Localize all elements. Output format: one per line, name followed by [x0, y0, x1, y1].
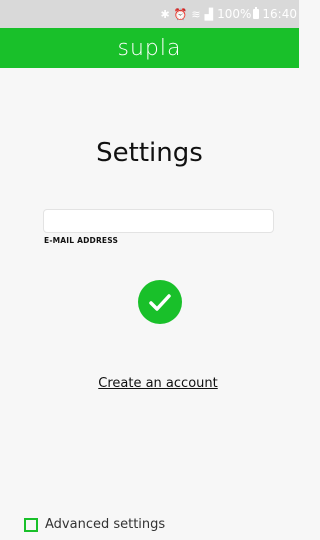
check-circle-icon — [138, 280, 182, 324]
battery-percent: 100% — [217, 7, 252, 21]
create-account-link[interactable]: Create an account — [0, 376, 316, 391]
status-bar: ✱ ⏰ ≋ ▟ 100% 16:40 — [0, 0, 299, 28]
supla-logo: supla — [117, 35, 182, 61]
signal-icon: ▟ — [204, 7, 214, 21]
wifi-icon: ≋ — [191, 7, 201, 21]
alarm-icon: ⏰ — [173, 7, 188, 21]
bluetooth-icon: ✱ — [160, 7, 170, 21]
advanced-settings-option[interactable]: Advanced settings — [24, 517, 165, 532]
advanced-settings-checkbox[interactable] — [24, 517, 38, 532]
page-title: Settings — [96, 138, 203, 168]
battery-icon — [253, 7, 260, 19]
app-bar: supla — [0, 28, 299, 68]
advanced-settings-label: Advanced settings — [45, 517, 166, 532]
email-field[interactable] — [43, 209, 274, 233]
email-field-label: E-MAIL ADDRESS — [44, 236, 119, 245]
status-time: 16:40 — [262, 7, 297, 21]
